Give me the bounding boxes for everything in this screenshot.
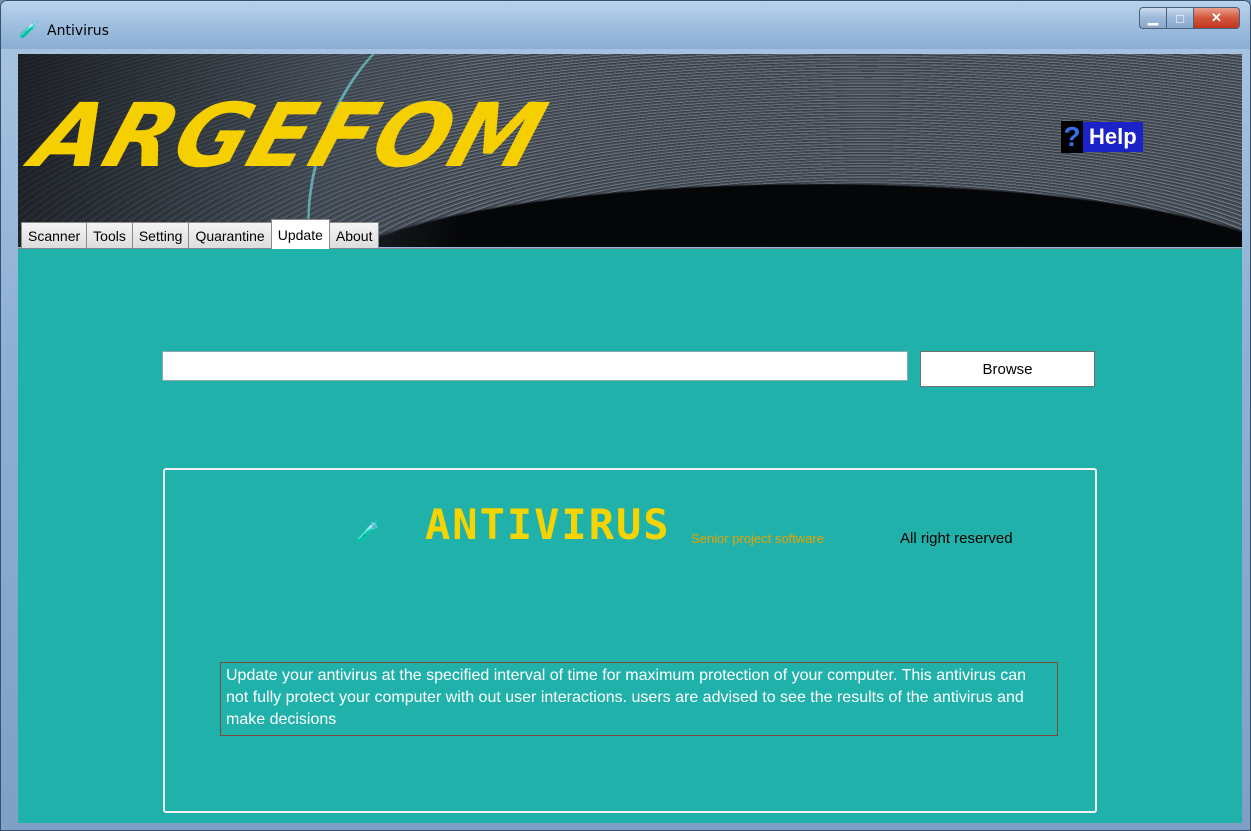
tagline: Senior project software	[691, 531, 824, 546]
tab-update[interactable]: Update	[270, 219, 330, 249]
help-label: Help	[1083, 122, 1143, 152]
about-group-box: 🧪 ANTIVIRUS Senior project software All …	[163, 468, 1097, 813]
info-textbox: Update your antivirus at the specified i…	[220, 662, 1058, 736]
window-controls: ▁ □ ✕	[1139, 7, 1240, 31]
antivirus-app-icon-small: 🧪	[355, 522, 380, 544]
browse-button[interactable]: Browse	[920, 351, 1095, 387]
antivirus-app-icon[interactable]: 🧪	[19, 21, 39, 41]
tab-scanner[interactable]: Scanner	[21, 222, 88, 249]
rights-text: All right reserved	[900, 530, 1013, 547]
help-button[interactable]: ? Help	[1061, 121, 1143, 153]
brand-logo: ARGEFOM	[21, 84, 560, 187]
help-icon: ?	[1061, 121, 1083, 153]
close-icon: ✕	[1211, 10, 1222, 25]
close-button[interactable]: ✕	[1194, 7, 1240, 29]
window-title: Antivirus	[47, 23, 109, 39]
minimize-icon: ▁	[1148, 10, 1158, 25]
tab-setting[interactable]: Setting	[131, 222, 190, 249]
tab-strip: Scanner Tools Setting Quarantine Update …	[21, 219, 380, 249]
tab-about[interactable]: About	[328, 222, 380, 249]
app-window: 🧪 Antivirus ▁ □ ✕ ARGEFOM ? Help Scanner…	[0, 0, 1251, 831]
update-panel: Browse 🧪 ANTIVIRUS Senior project softwa…	[18, 248, 1242, 823]
update-path-input[interactable]	[162, 351, 908, 381]
maximize-button[interactable]: □	[1167, 7, 1194, 29]
tab-tools[interactable]: Tools	[86, 222, 133, 249]
tab-quarantine[interactable]: Quarantine	[188, 222, 272, 249]
brand-title: ANTIVIRUS	[425, 500, 671, 549]
title-bar[interactable]: 🧪 Antivirus ▁ □ ✕	[1, 1, 1250, 49]
minimize-button[interactable]: ▁	[1139, 7, 1167, 29]
maximize-icon: □	[1176, 10, 1184, 26]
